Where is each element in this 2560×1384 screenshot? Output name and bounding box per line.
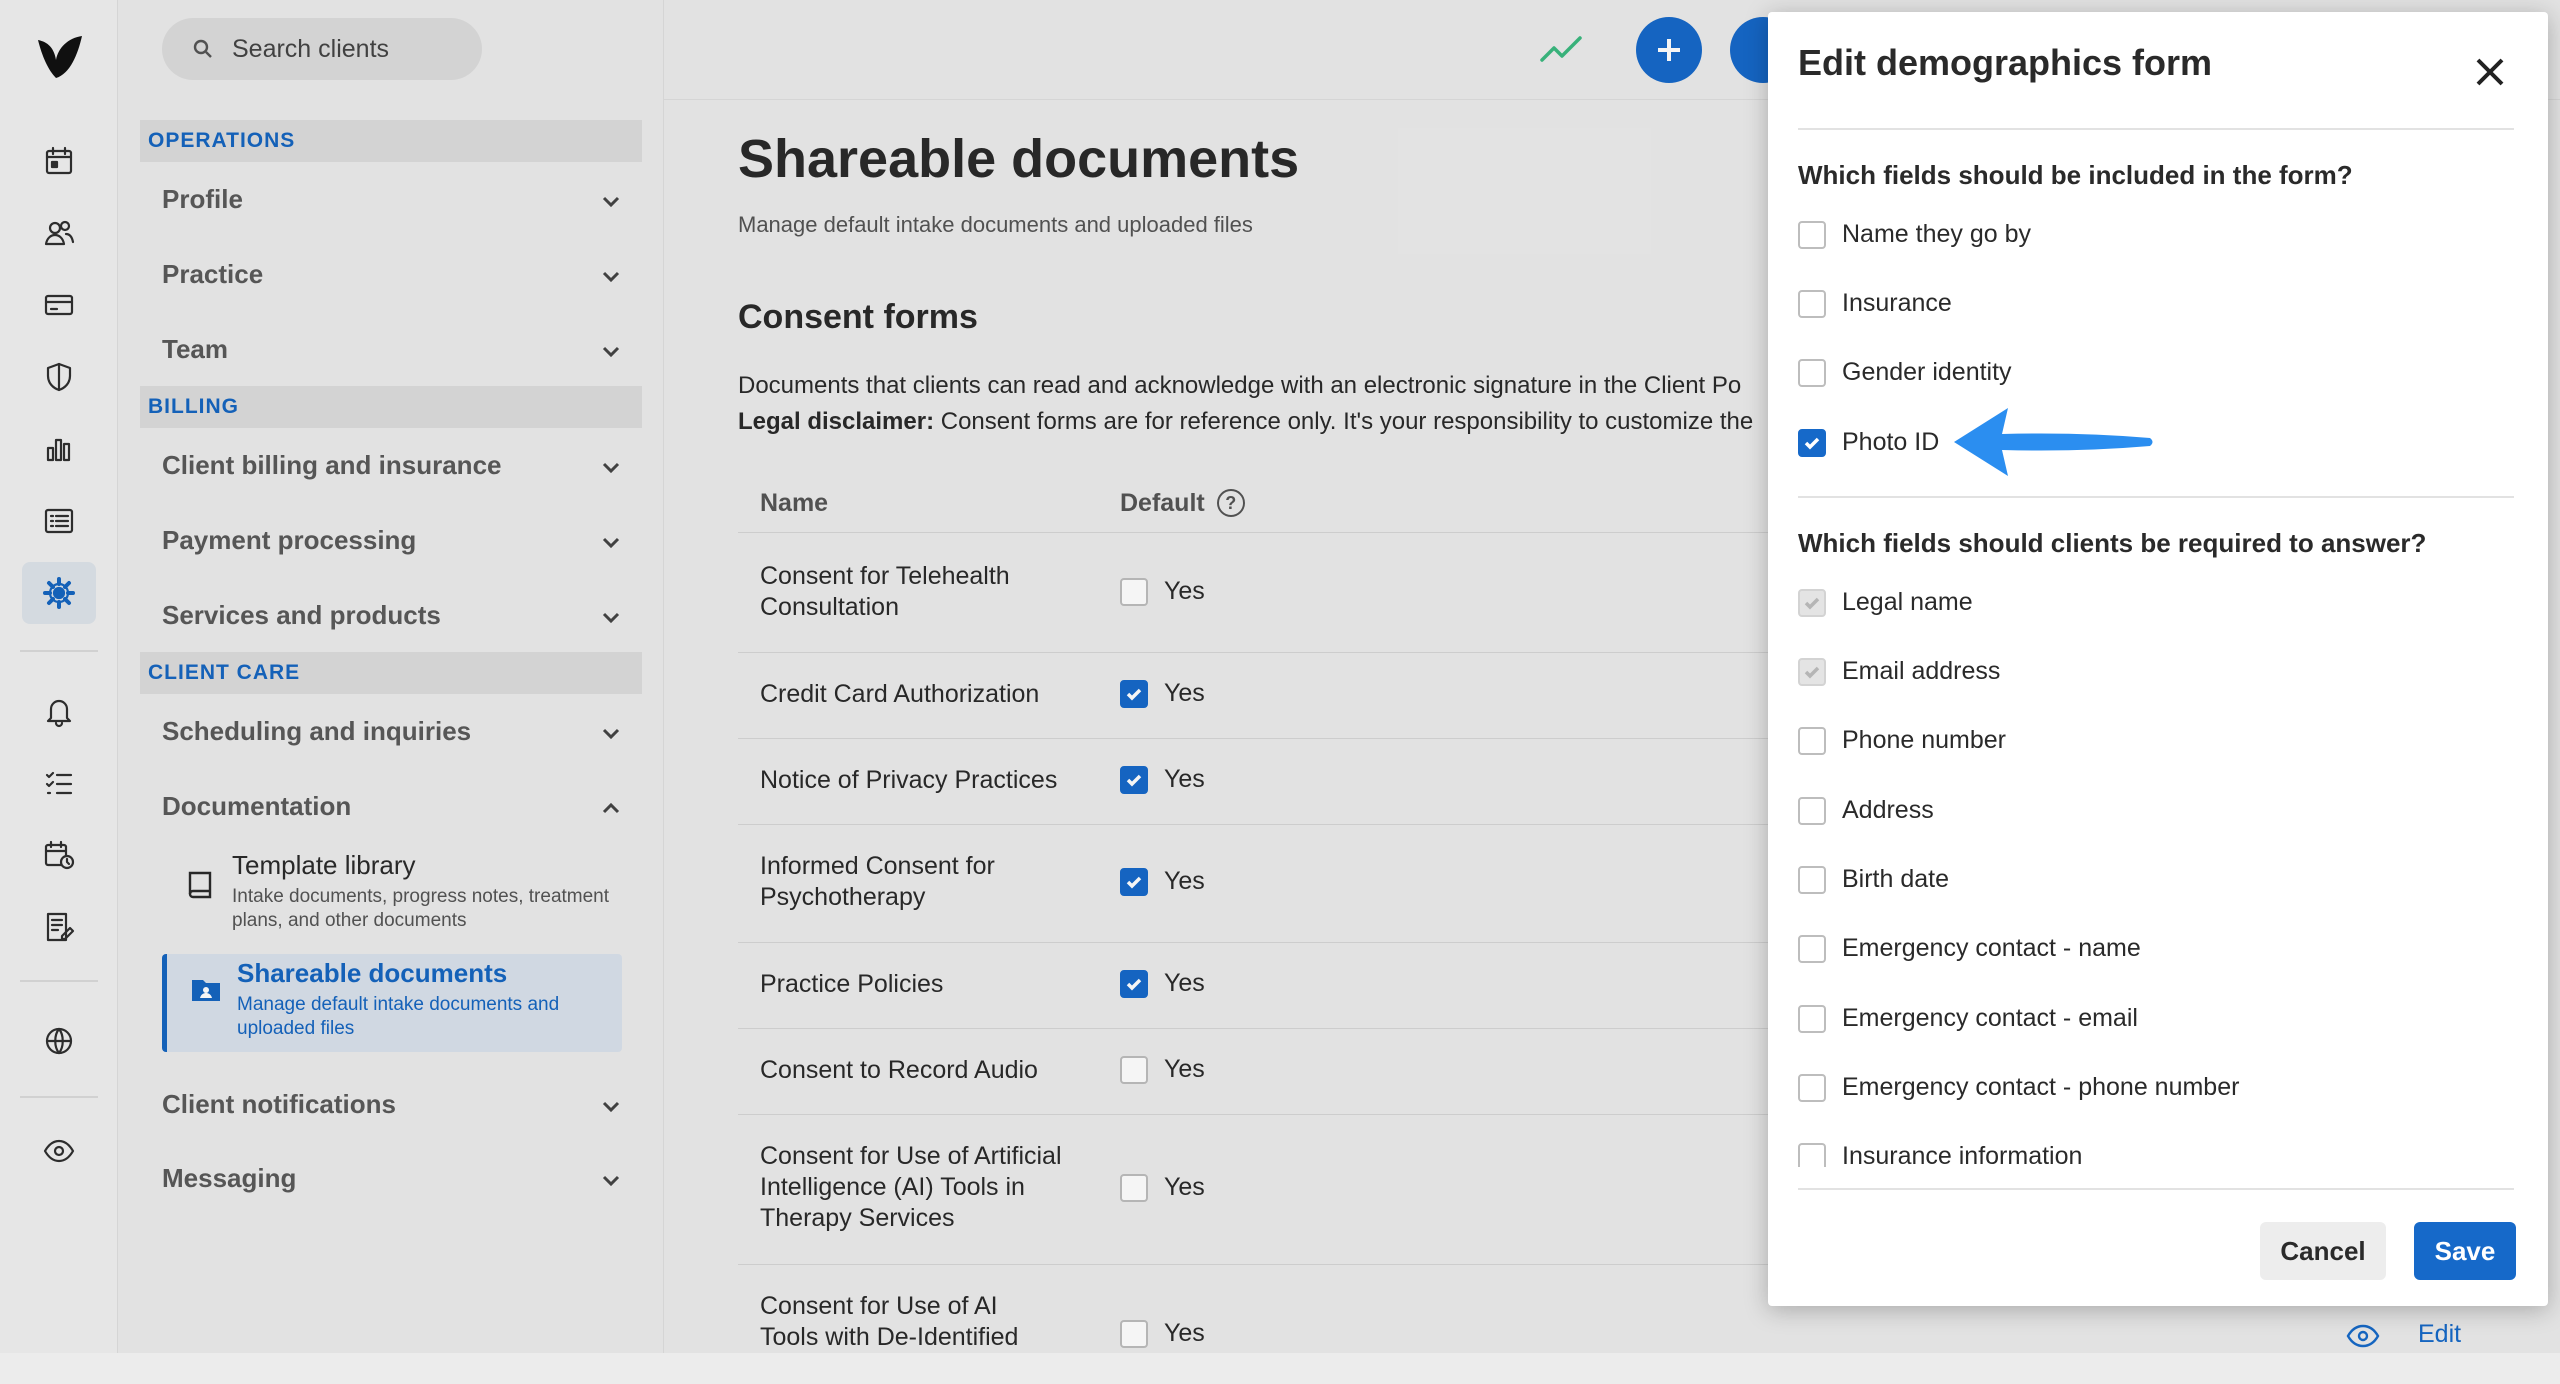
annotation-arrow-icon <box>1954 408 2153 476</box>
required-fields-question: Which fields should clients be required … <box>1798 528 2427 558</box>
checkbox-box[interactable] <box>1798 1004 1826 1033</box>
option-label: Address <box>1842 796 1934 824</box>
option-emergency-email[interactable]: Emergency contact - email <box>1798 1004 2138 1033</box>
checkbox-box[interactable] <box>1798 428 1826 457</box>
option-emergency-name[interactable]: Emergency contact - name <box>1798 934 2141 963</box>
option-label: Email address <box>1842 657 2001 685</box>
edit-demographics-dialog: Edit demographics form Which fields shou… <box>1768 12 2548 1306</box>
view-eye-icon[interactable] <box>2346 1322 2380 1350</box>
checkbox-box[interactable] <box>1798 796 1826 825</box>
check-icon <box>1804 666 1820 678</box>
option-label: Legal name <box>1842 588 1973 616</box>
check-icon <box>1804 597 1820 609</box>
checkbox-box[interactable] <box>1798 726 1826 755</box>
option-label: Emergency contact - email <box>1842 1004 2138 1032</box>
option-email-address: Email address <box>1798 657 2000 686</box>
checkbox-box[interactable] <box>1798 865 1826 894</box>
checkbox-box[interactable] <box>1798 1073 1826 1102</box>
option-legal-name: Legal name <box>1798 588 1973 617</box>
option-label: Insurance information <box>1842 1142 2083 1167</box>
option-label: Photo ID <box>1842 428 1940 456</box>
option-label: Phone number <box>1842 726 2007 754</box>
option-label: Gender identity <box>1842 358 2012 386</box>
checkbox-box[interactable] <box>1798 934 1826 963</box>
option-address[interactable]: Address <box>1798 796 1934 825</box>
checkbox-box <box>1798 588 1826 617</box>
checkbox-box[interactable] <box>1798 1142 1826 1167</box>
check-icon <box>1804 437 1820 449</box>
edit-link[interactable]: Edit <box>2418 1320 2461 1349</box>
checkbox-box[interactable] <box>1798 358 1826 387</box>
option-birth-date[interactable]: Birth date <box>1798 865 1949 894</box>
option-phone-number[interactable]: Phone number <box>1798 726 2006 755</box>
option-label: Insurance <box>1842 289 1952 317</box>
option-label: Birth date <box>1842 865 1950 893</box>
option-label: Name they go by <box>1842 220 2031 248</box>
dialog-scroll-area[interactable]: Edit demographics form Which fields shou… <box>1768 12 2548 1167</box>
cancel-button[interactable]: Cancel <box>2260 1222 2386 1280</box>
checkbox-box[interactable] <box>1798 220 1826 249</box>
option-gender-identity[interactable]: Gender identity <box>1798 358 2012 387</box>
close-button[interactable] <box>2470 52 2510 92</box>
save-button[interactable]: Save <box>2414 1222 2516 1280</box>
option-label: Emergency contact - name <box>1842 934 2141 962</box>
option-label: Emergency contact - phone number <box>1842 1073 2240 1101</box>
included-fields-question: Which fields should be included in the f… <box>1798 160 2353 190</box>
close-icon <box>2476 58 2504 86</box>
option-name-they-go-by[interactable]: Name they go by <box>1798 220 2031 249</box>
dialog-title: Edit demographics form <box>1798 42 2213 83</box>
dialog-footer: Cancel Save <box>1768 1188 2548 1306</box>
option-photo-id[interactable]: Photo ID <box>1798 428 1939 457</box>
option-insurance-information[interactable]: Insurance information <box>1798 1142 2082 1167</box>
option-insurance[interactable]: Insurance <box>1798 289 1952 318</box>
option-emergency-phone[interactable]: Emergency contact - phone number <box>1798 1073 2239 1102</box>
checkbox-box[interactable] <box>1798 289 1826 318</box>
checkbox-box <box>1798 657 1826 686</box>
